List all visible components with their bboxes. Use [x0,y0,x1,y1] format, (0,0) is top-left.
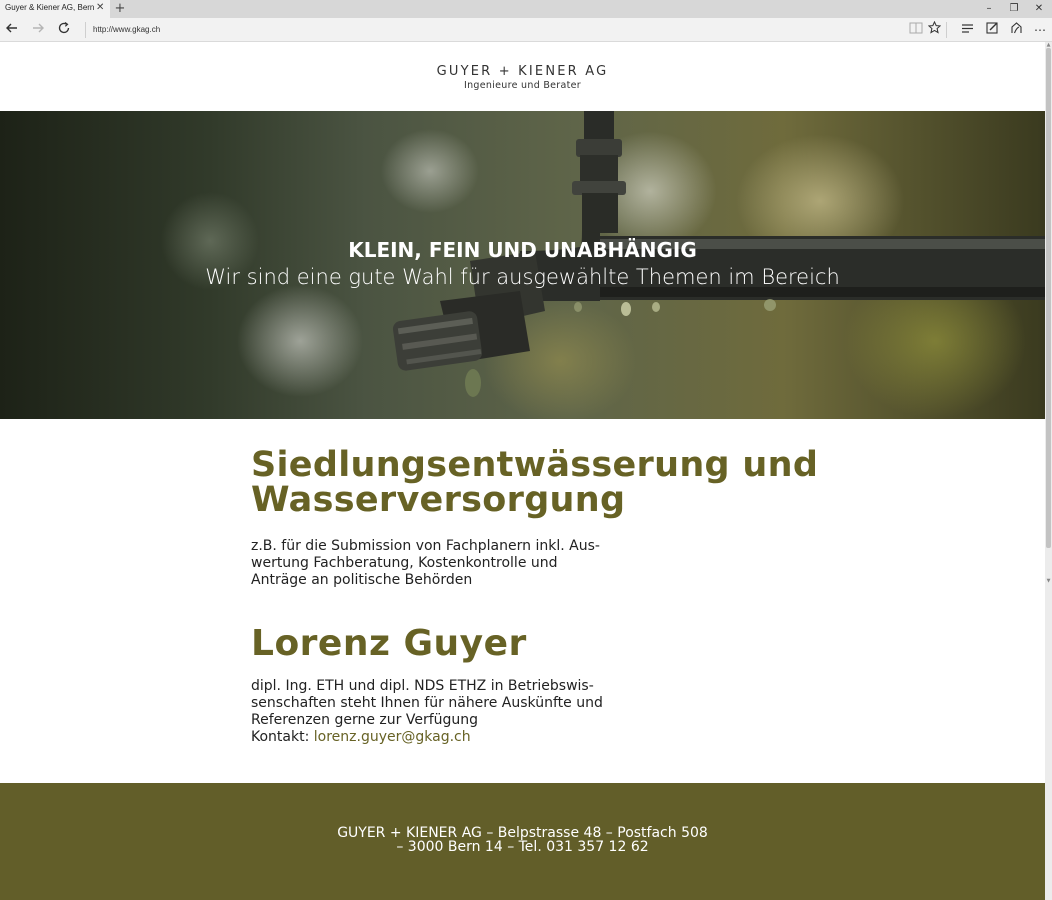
logo-company-name: GUYER + KIENER AG [436,64,609,79]
contact-line: Kontakt: lorenz.guyer@gkag.ch [251,729,601,746]
person-text-line3: Referenzen gerne zur Verfügung [251,712,479,728]
hero-subtitle: Wir sind eine gute Wahl für ausgewählte … [205,265,840,289]
more-options-icon[interactable]: ⋯ [1031,21,1049,39]
service-description: z.B. für die Submission von Fachplanern … [251,538,600,589]
browser-tab[interactable]: Guyer & Kiener AG, Bern ✕ [0,0,110,18]
hero-banner: KLEIN, FEIN UND UNABHÄNGIG Wir sind eine… [0,111,1045,419]
page-viewport: GUYER + KIENER AG Ingenieure und Berater [0,42,1045,900]
service-text-line2: wertung Fachberatung, Kostenkontrolle un… [251,555,558,571]
email-link[interactable]: lorenz.guyer@gkag.ch [314,729,471,745]
forward-arrow-icon[interactable] [29,21,47,39]
share-icon[interactable] [1007,21,1025,39]
footer-address-line1: GUYER + KIENER AG – Belpstrasse 48 – Pos… [337,825,708,841]
footer: GUYER + KIENER AG – Belpstrasse 48 – Pos… [0,783,1045,900]
toolbar-separator [946,22,947,38]
reading-view-icon[interactable] [907,21,925,39]
hero-title: KLEIN, FEIN UND UNABHÄNGIG [348,238,697,262]
web-note-icon[interactable] [983,21,1001,39]
back-arrow-icon[interactable] [3,21,21,39]
page-scrollbar[interactable]: ▲ ▼ [1045,42,1052,900]
person-text-line1: dipl. Ing. ETH und dipl. NDS ETHZ in Bet… [251,678,594,694]
scroll-thumb[interactable] [1046,48,1051,548]
tab-close-icon[interactable]: ✕ [96,2,104,14]
footer-address-line2: – 3000 Bern 14 – Tel. 031 357 12 62 [396,839,649,855]
window-close-icon[interactable]: ✕ [1026,0,1052,18]
new-tab-plus-icon[interactable]: + [114,0,126,18]
hub-icon[interactable] [958,21,976,39]
minimize-icon[interactable]: – [976,0,1002,18]
favorite-star-icon[interactable] [925,20,943,39]
contact-person-name: Lorenz Guyer [251,623,527,664]
site-logo[interactable]: GUYER + KIENER AG Ingenieure und Berater [0,42,1045,111]
tab-title: Guyer & Kiener AG, Bern [5,3,95,12]
url-field[interactable]: http://www.gkag.ch [93,25,160,34]
person-text-line2: senschaften steht Ihnen für nähere Auskü… [251,695,603,711]
service-heading: Siedlungsentwässerung und Wasserversorgu… [251,445,819,520]
tab-bar: Guyer & Kiener AG, Bern ✕ + – ❐ ✕ [0,0,1052,18]
scroll-down-arrow-icon[interactable]: ▼ [1045,578,1052,584]
service-text-line1: z.B. für die Submission von Fachplanern … [251,538,600,554]
restore-icon[interactable]: ❐ [1001,0,1027,18]
refresh-icon[interactable] [55,21,73,39]
address-separator [85,22,86,38]
service-text-line3: Anträge an politische Behörden [251,572,473,588]
service-heading-line1: Siedlungsentwässerung und [251,445,819,485]
contact-person-description: dipl. Ing. ETH und dipl. NDS ETHZ in Bet… [251,678,603,746]
logo-tagline: Ingenieure und Berater [463,80,582,91]
contact-label: Kontakt: [251,729,314,745]
address-bar: http://www.gkag.ch ⋯ [0,18,1052,42]
service-heading-line2: Wasserversorgung [251,480,626,520]
